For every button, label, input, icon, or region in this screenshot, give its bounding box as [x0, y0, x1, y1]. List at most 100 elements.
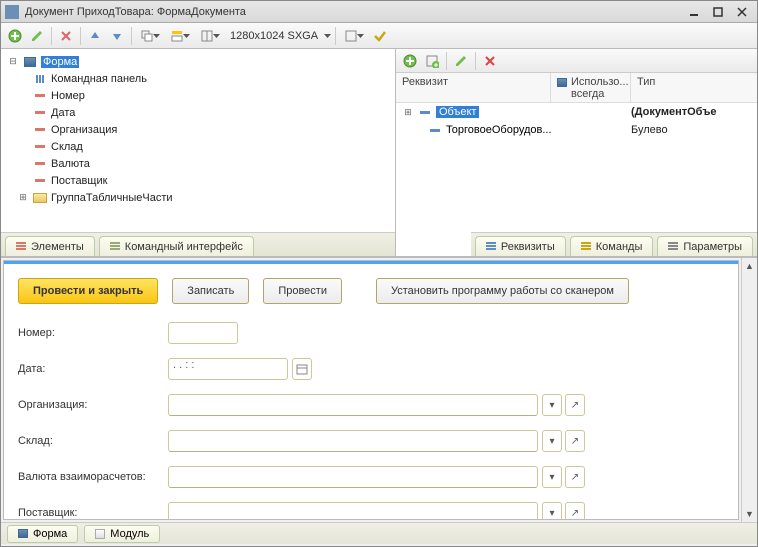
label-currency: Валюта взаиморасчетов:: [18, 471, 168, 483]
expand-icon[interactable]: ⊞: [402, 106, 414, 118]
elements-pane: ⊟ Форма Командная панель Номер Дата Орга…: [1, 49, 396, 256]
module-icon: [95, 529, 105, 539]
form-preview-area: Провести и закрыть Записать Провести Уст…: [1, 257, 757, 522]
tree-item-org[interactable]: Организация: [1, 121, 395, 138]
move-up-button[interactable]: [85, 26, 105, 46]
tree-item-currency[interactable]: Валюта: [1, 155, 395, 172]
col-requisite[interactable]: Реквизит: [396, 73, 551, 102]
input-currency[interactable]: [168, 466, 538, 488]
tree-item-date[interactable]: Дата: [1, 104, 395, 121]
field-icon: [33, 124, 47, 136]
field-icon: [33, 158, 47, 170]
tab-form[interactable]: Форма: [7, 525, 78, 543]
input-date[interactable]: . . : :: [168, 358, 288, 380]
label-supplier: Поставщик:: [18, 507, 168, 519]
app-icon: [5, 5, 19, 19]
tab-elements[interactable]: Элементы: [5, 236, 95, 256]
form-icon: [18, 529, 28, 538]
r-add-button[interactable]: [400, 51, 420, 71]
form-content: Провести и закрыть Записать Провести Уст…: [4, 261, 738, 520]
layout-dropdown[interactable]: [196, 26, 224, 46]
field-supplier: Поставщик: ▾↗: [18, 502, 724, 520]
tree-label: Форма: [41, 56, 79, 68]
tree-root-form[interactable]: ⊟ Форма: [1, 53, 395, 70]
folder-icon: [33, 192, 47, 204]
left-tabbar: Элементы Командный интерфейс: [1, 232, 395, 256]
delete-button[interactable]: [56, 26, 76, 46]
input-number[interactable]: [168, 322, 238, 344]
label-date: Дата:: [18, 363, 168, 375]
edit-button[interactable]: [27, 26, 47, 46]
req-row-child[interactable]: ТорговоеОборудов... Булево: [396, 121, 757, 139]
input-org[interactable]: [168, 394, 538, 416]
close-button[interactable]: [731, 4, 753, 20]
collapse-icon[interactable]: ⊟: [7, 56, 19, 68]
label-org: Организация:: [18, 399, 168, 411]
panel-icon: [33, 73, 47, 85]
field-icon: [33, 141, 47, 153]
check-button[interactable]: [370, 26, 390, 46]
form-preview-scroll[interactable]: Провести и закрыть Записать Провести Уст…: [3, 260, 739, 520]
resolution-label[interactable]: 1280x1024 SXGA: [226, 30, 322, 42]
window-title: Документ ПриходТовара: ФормаДокумента: [25, 6, 681, 18]
open-button[interactable]: ↗: [565, 394, 585, 416]
field-icon: [33, 90, 47, 102]
calendar-button[interactable]: [292, 358, 312, 380]
view-dropdown[interactable]: [166, 26, 194, 46]
tab-commands[interactable]: Команды: [570, 236, 654, 256]
scroll-down-icon[interactable]: ▼: [742, 506, 757, 522]
requisites-tree: ⊞Объект (ДокументОбъе ТорговоеОборудов..…: [396, 103, 757, 232]
input-supplier[interactable]: [168, 502, 538, 520]
r-delete-button[interactable]: [480, 51, 500, 71]
field-warehouse: Склад: ▾↗: [18, 430, 724, 452]
vertical-scrollbar[interactable]: ▲ ▼: [741, 258, 757, 522]
dropdown-button[interactable]: ▾: [542, 502, 562, 520]
right-tabbar: Реквизиты Команды Параметры: [471, 232, 757, 256]
right-toolbar: [396, 49, 757, 73]
r-add-col-button[interactable]: [422, 51, 442, 71]
title-bar: Документ ПриходТовара: ФормаДокумента: [1, 1, 757, 23]
tree-item-supplier[interactable]: Поставщик: [1, 172, 395, 189]
form-icon: [23, 56, 37, 68]
add-button[interactable]: [5, 26, 25, 46]
requisites-pane: Реквизит Использо... всегда Тип ⊞Объект …: [396, 49, 757, 256]
expand-icon[interactable]: ⊞: [17, 192, 29, 204]
col-use-always[interactable]: Использо... всегда: [551, 73, 631, 102]
dropdown-button[interactable]: ▾: [542, 430, 562, 452]
tab-requisites[interactable]: Реквизиты: [475, 236, 566, 256]
field-date: Дата: . . : :: [18, 358, 724, 380]
resolution-dropdown-icon[interactable]: [324, 34, 331, 38]
preview-dropdown[interactable]: [340, 26, 368, 46]
tab-params[interactable]: Параметры: [657, 236, 753, 256]
input-warehouse[interactable]: [168, 430, 538, 452]
tab-command-interface[interactable]: Командный интерфейс: [99, 236, 254, 256]
copy-dropdown[interactable]: [136, 26, 164, 46]
bottom-tabbar: Форма Модуль: [1, 522, 757, 544]
form-button-row: Провести и закрыть Записать Провести Уст…: [18, 278, 724, 304]
field-currency: Валюта взаиморасчетов: ▾↗: [18, 466, 724, 488]
post-button[interactable]: Провести: [263, 278, 342, 304]
dropdown-button[interactable]: ▾: [542, 394, 562, 416]
tree-item-warehouse[interactable]: Склад: [1, 138, 395, 155]
maximize-button[interactable]: [707, 4, 729, 20]
requisites-header: Реквизит Использо... всегда Тип: [396, 73, 757, 103]
scroll-up-icon[interactable]: ▲: [742, 258, 757, 274]
open-button[interactable]: ↗: [565, 502, 585, 520]
write-button[interactable]: Записать: [172, 278, 249, 304]
tree-item-command-panel[interactable]: Командная панель: [1, 70, 395, 87]
r-edit-button[interactable]: [451, 51, 471, 71]
dropdown-button[interactable]: ▾: [542, 466, 562, 488]
open-button[interactable]: ↗: [565, 466, 585, 488]
post-and-close-button[interactable]: Провести и закрыть: [18, 278, 158, 304]
col-type[interactable]: Тип: [631, 73, 757, 102]
main-toolbar: 1280x1024 SXGA: [1, 23, 757, 49]
req-row-object[interactable]: ⊞Объект (ДокументОбъе: [396, 103, 757, 121]
tab-module[interactable]: Модуль: [84, 525, 160, 543]
scanner-setup-button[interactable]: Установить программу работы со сканером: [376, 278, 629, 304]
tree-item-group[interactable]: ⊞ ГруппаТабличныеЧасти: [1, 189, 395, 206]
field-icon: [33, 175, 47, 187]
tree-item-number[interactable]: Номер: [1, 87, 395, 104]
open-button[interactable]: ↗: [565, 430, 585, 452]
move-down-button[interactable]: [107, 26, 127, 46]
minimize-button[interactable]: [683, 4, 705, 20]
